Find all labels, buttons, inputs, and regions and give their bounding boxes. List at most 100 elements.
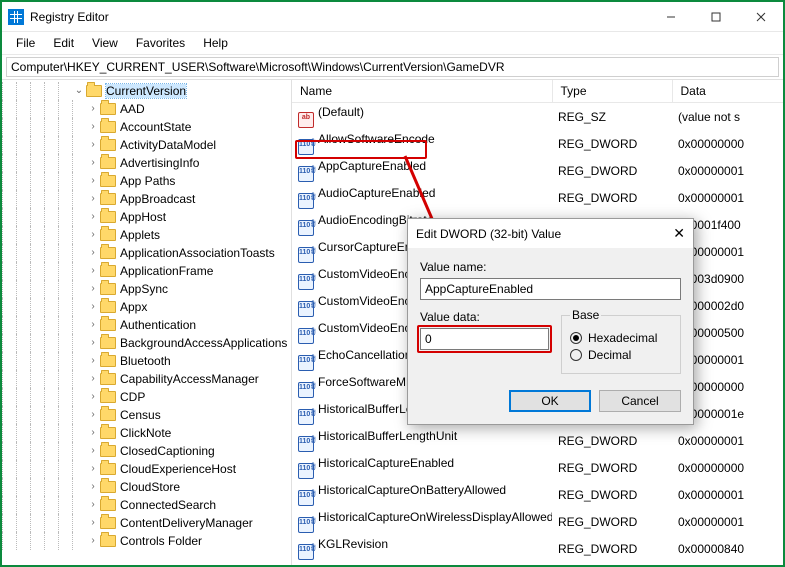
chevron-right-icon[interactable]: [86, 211, 100, 222]
base-legend: Base: [570, 308, 601, 322]
table-row[interactable]: HistoricalCaptureOnWirelessDisplayAllowe…: [292, 508, 783, 535]
menu-view[interactable]: View: [84, 34, 126, 52]
tree-pane[interactable]: CurrentVersion AAD AccountState Activity…: [2, 80, 292, 565]
value-type-icon: [298, 355, 314, 371]
table-row[interactable]: AudioCaptureEnabled REG_DWORD 0x00000001: [292, 184, 783, 211]
tree-item[interactable]: ApplicationAssociationToasts: [2, 244, 292, 262]
value-type: REG_DWORD: [552, 481, 672, 508]
chevron-right-icon[interactable]: [86, 247, 100, 258]
col-header-type[interactable]: Type: [552, 80, 672, 103]
tree-item[interactable]: ActivityDataModel: [2, 136, 292, 154]
chevron-right-icon[interactable]: [86, 121, 100, 132]
chevron-right-icon[interactable]: [86, 355, 100, 366]
tree-item[interactable]: Controls Folder: [2, 532, 292, 550]
table-row[interactable]: HistoricalCaptureOnBatteryAllowed REG_DW…: [292, 481, 783, 508]
radio-dec[interactable]: Decimal: [570, 348, 672, 362]
col-header-name[interactable]: Name: [292, 80, 552, 103]
chevron-right-icon[interactable]: [86, 337, 100, 348]
radio-hex[interactable]: Hexadecimal: [570, 331, 672, 345]
chevron-right-icon[interactable]: [86, 139, 100, 150]
chevron-right-icon[interactable]: [86, 427, 100, 438]
chevron-right-icon[interactable]: [86, 157, 100, 168]
chevron-right-icon[interactable]: [86, 229, 100, 240]
tree-item[interactable]: ConnectedSearch: [2, 496, 292, 514]
folder-icon: [100, 121, 116, 133]
tree-item[interactable]: Authentication: [2, 316, 292, 334]
table-row[interactable]: KGLToGCSUpdatedRevision REG_DWORD 0x0000…: [292, 562, 783, 565]
tree-label: CDP: [120, 390, 145, 404]
dialog-titlebar[interactable]: Edit DWORD (32-bit) Value ✕: [408, 219, 693, 248]
chevron-right-icon[interactable]: [86, 517, 100, 528]
chevron-right-icon[interactable]: [86, 103, 100, 114]
chevron-right-icon[interactable]: [86, 193, 100, 204]
tree-item[interactable]: Census: [2, 406, 292, 424]
tree-item[interactable]: AppBroadcast: [2, 190, 292, 208]
address-bar[interactable]: Computer\HKEY_CURRENT_USER\Software\Micr…: [6, 57, 779, 77]
tree-item[interactable]: CloudExperienceHost: [2, 460, 292, 478]
cancel-button[interactable]: Cancel: [599, 390, 681, 412]
tree-item[interactable]: CloudStore: [2, 478, 292, 496]
folder-icon: [100, 481, 116, 493]
chevron-right-icon[interactable]: [86, 445, 100, 456]
tree-item[interactable]: ClosedCaptioning: [2, 442, 292, 460]
tree-item-currentversion[interactable]: CurrentVersion: [2, 82, 292, 100]
value-name: HistoricalCaptureEnabled: [318, 456, 454, 470]
table-row[interactable]: HistoricalBufferLengthUnit REG_DWORD 0x0…: [292, 427, 783, 454]
tree-item[interactable]: BackgroundAccessApplications: [2, 334, 292, 352]
value-type-icon: [298, 166, 314, 182]
chevron-right-icon[interactable]: [86, 481, 100, 492]
folder-icon: [100, 211, 116, 223]
tree-label: ClickNote: [120, 426, 171, 440]
value-data-input[interactable]: [420, 328, 549, 350]
table-row[interactable]: AllowSoftwareEncode REG_DWORD 0x00000000: [292, 130, 783, 157]
menu-favorites[interactable]: Favorites: [128, 34, 193, 52]
chevron-right-icon[interactable]: [86, 283, 100, 294]
menu-file[interactable]: File: [8, 34, 43, 52]
tree-item[interactable]: AppSync: [2, 280, 292, 298]
folder-icon: [100, 139, 116, 151]
chevron-right-icon[interactable]: [86, 373, 100, 384]
tree-item[interactable]: Bluetooth: [2, 352, 292, 370]
value-type-icon: [298, 193, 314, 209]
menu-edit[interactable]: Edit: [45, 34, 82, 52]
chevron-right-icon[interactable]: [86, 265, 100, 276]
table-row[interactable]: AppCaptureEnabled REG_DWORD 0x00000001: [292, 157, 783, 184]
tree-item[interactable]: ClickNote: [2, 424, 292, 442]
tree-item[interactable]: AdvertisingInfo: [2, 154, 292, 172]
chevron-down-icon[interactable]: [72, 85, 86, 96]
chevron-right-icon[interactable]: [86, 391, 100, 402]
table-row[interactable]: (Default) REG_SZ (value not s: [292, 103, 783, 131]
chevron-right-icon[interactable]: [86, 535, 100, 546]
maximize-button[interactable]: [693, 2, 738, 31]
chevron-right-icon[interactable]: [86, 319, 100, 330]
chevron-right-icon[interactable]: [86, 175, 100, 186]
tree-item[interactable]: ApplicationFrame: [2, 262, 292, 280]
dialog-close-icon[interactable]: ✕: [673, 225, 685, 242]
tree-item[interactable]: App Paths: [2, 172, 292, 190]
chevron-right-icon[interactable]: [86, 499, 100, 510]
chevron-right-icon[interactable]: [86, 301, 100, 312]
tree-item[interactable]: AccountState: [2, 118, 292, 136]
tree-item[interactable]: CDP: [2, 388, 292, 406]
tree-item[interactable]: Appx: [2, 298, 292, 316]
table-row[interactable]: HistoricalCaptureEnabled REG_DWORD 0x000…: [292, 454, 783, 481]
chevron-right-icon[interactable]: [86, 463, 100, 474]
value-data: 0x00000840: [672, 535, 783, 562]
chevron-right-icon[interactable]: [86, 409, 100, 420]
value-name-input[interactable]: [420, 278, 681, 300]
tree-item[interactable]: CapabilityAccessManager: [2, 370, 292, 388]
tree-item[interactable]: ContentDeliveryManager: [2, 514, 292, 532]
close-button[interactable]: [738, 2, 783, 31]
ok-button[interactable]: OK: [509, 390, 591, 412]
window-title: Registry Editor: [30, 10, 109, 24]
tree-item[interactable]: AppHost: [2, 208, 292, 226]
minimize-button[interactable]: [648, 2, 693, 31]
tree-label: CapabilityAccessManager: [120, 372, 259, 386]
folder-icon: [100, 517, 116, 529]
col-header-data[interactable]: Data: [672, 80, 783, 103]
tree-item[interactable]: Applets: [2, 226, 292, 244]
tree-item[interactable]: AAD: [2, 100, 292, 118]
value-data: 0x00000840: [672, 562, 783, 565]
menu-help[interactable]: Help: [195, 34, 236, 52]
table-row[interactable]: KGLRevision REG_DWORD 0x00000840: [292, 535, 783, 562]
